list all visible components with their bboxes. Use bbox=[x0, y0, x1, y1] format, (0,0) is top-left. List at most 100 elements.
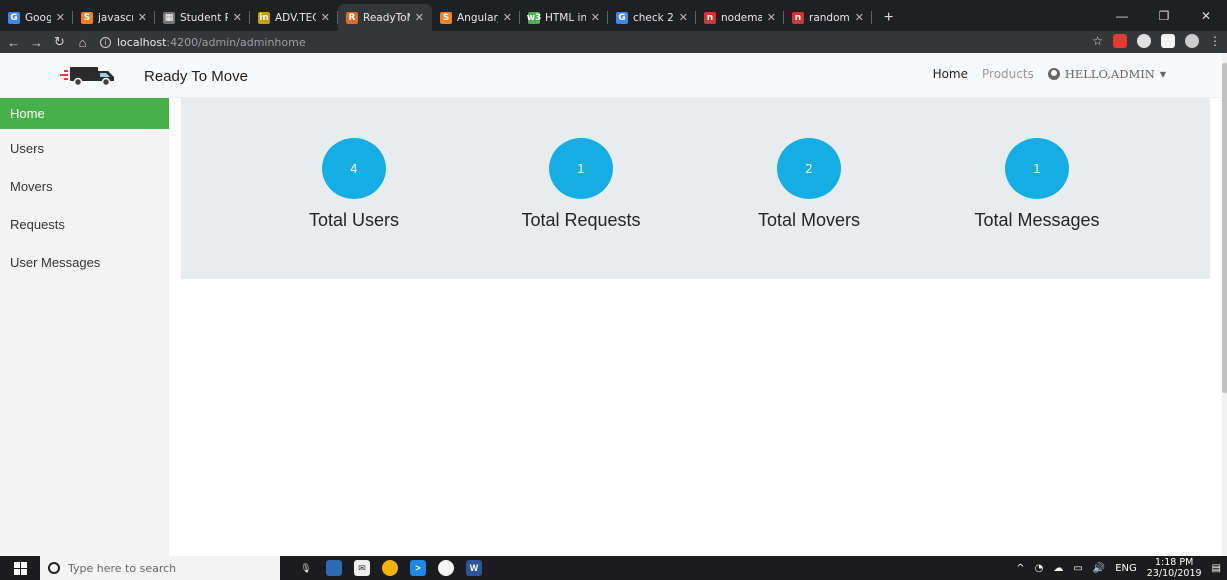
stat-count-badge: 1 bbox=[1005, 138, 1069, 199]
tab-title: javascript - L bbox=[98, 11, 133, 24]
menu-kebab-icon[interactable]: ⋮ bbox=[1209, 34, 1221, 48]
bookmark-star-icon[interactable]: ☆ bbox=[1092, 34, 1103, 48]
url-path: :4200/admin/adminhome bbox=[166, 35, 306, 49]
page-scrollbar[interactable] bbox=[1222, 53, 1227, 556]
tab-title: HTML input bbox=[545, 11, 586, 24]
language-indicator[interactable]: ENG bbox=[1115, 563, 1137, 574]
tab-title: random - np bbox=[809, 11, 850, 24]
minimize-icon[interactable]: — bbox=[1101, 0, 1143, 31]
mongodb-compass-icon[interactable] bbox=[438, 560, 454, 576]
sidebar-item-home[interactable]: Home bbox=[0, 98, 169, 129]
user-menu-dropdown[interactable]: HELLO,ADMIN ▼ bbox=[1047, 67, 1166, 81]
sidebar-item-movers[interactable]: Movers bbox=[0, 167, 169, 205]
word-icon[interactable]: W bbox=[466, 560, 482, 576]
browser-tab-active[interactable]: R ReadyToMov ✕ bbox=[338, 4, 432, 31]
nav-link-products[interactable]: Products bbox=[982, 67, 1034, 81]
browser-tab[interactable]: w3 HTML input ✕ bbox=[520, 4, 608, 31]
taskbar-apps: 🎙 ✉ > W bbox=[298, 560, 482, 576]
scrollbar-thumb[interactable] bbox=[1222, 63, 1227, 393]
mail-icon[interactable] bbox=[1161, 34, 1175, 48]
stackoverflow-icon: S bbox=[440, 11, 452, 24]
close-tab-icon[interactable]: ✕ bbox=[855, 11, 864, 24]
browser-tab[interactable]: n nodemailer ✕ bbox=[696, 4, 784, 31]
tab-title: nodemailer bbox=[721, 11, 762, 24]
restore-icon[interactable]: ❐ bbox=[1143, 0, 1185, 31]
new-tab-button[interactable]: + bbox=[872, 4, 905, 31]
browser-tab[interactable]: S AngularJS n ✕ bbox=[432, 4, 520, 31]
tab-title: Google bbox=[25, 11, 51, 24]
nav-link-home[interactable]: Home bbox=[933, 67, 968, 81]
close-tab-icon[interactable]: ✕ bbox=[233, 11, 242, 24]
chevron-up-icon[interactable]: ^ bbox=[1016, 563, 1024, 574]
file-explorer-icon[interactable] bbox=[326, 560, 342, 576]
taskbar-search-input[interactable]: Type here to search bbox=[40, 556, 280, 580]
grid-icon: ▦ bbox=[163, 11, 175, 24]
close-tab-icon[interactable]: ✕ bbox=[415, 11, 424, 24]
advtech-icon: in bbox=[258, 11, 270, 24]
cloud-sync-icon[interactable]: ☁ bbox=[1053, 563, 1063, 574]
truck-logo-icon bbox=[60, 67, 114, 87]
stat-label: Total Movers bbox=[757, 210, 861, 230]
home-icon[interactable]: ⌂ bbox=[73, 35, 92, 50]
clock[interactable]: 1:18 PM 23/10/2019 bbox=[1147, 557, 1202, 579]
google-icon: G bbox=[8, 11, 20, 24]
chrome-icon[interactable] bbox=[382, 560, 398, 576]
notifications-icon[interactable]: ▤ bbox=[1212, 563, 1221, 574]
sidebar-item-user-messages[interactable]: User Messages bbox=[0, 243, 169, 281]
npm-icon: n bbox=[704, 11, 716, 24]
vscode-icon[interactable]: > bbox=[410, 560, 426, 576]
adblock-icon[interactable] bbox=[1113, 34, 1127, 48]
close-tab-icon[interactable]: ✕ bbox=[679, 11, 688, 24]
user-greeting: HELLO,ADMIN bbox=[1064, 67, 1155, 81]
close-tab-icon[interactable]: ✕ bbox=[321, 11, 330, 24]
clock-date: 23/10/2019 bbox=[1146, 568, 1202, 579]
browser-tab[interactable]: ▦ Student Pan ✕ bbox=[155, 4, 250, 31]
windows-start-icon[interactable] bbox=[0, 556, 40, 580]
tab-title: ADV.TECH bbox=[275, 11, 316, 24]
back-icon[interactable]: ← bbox=[4, 35, 23, 50]
browser-tab[interactable]: G check 2 con ✕ bbox=[608, 4, 696, 31]
close-tab-icon[interactable]: ✕ bbox=[138, 11, 147, 24]
window-controls: — ❐ ✕ bbox=[1101, 0, 1227, 31]
stat-label: Total Users bbox=[308, 210, 400, 230]
reload-icon[interactable]: ↻ bbox=[50, 34, 69, 50]
close-tab-icon[interactable]: ✕ bbox=[591, 11, 600, 24]
url-field[interactable]: i localhost:4200/admin/adminhome bbox=[100, 33, 306, 51]
close-tab-icon[interactable]: ✕ bbox=[503, 11, 512, 24]
browser-tab[interactable]: n random - np ✕ bbox=[784, 4, 872, 31]
browser-tab[interactable]: in ADV.TECH ✕ bbox=[250, 4, 338, 31]
cloud-icon[interactable] bbox=[1137, 34, 1151, 48]
profile-icon[interactable] bbox=[1185, 34, 1199, 48]
microphone-icon[interactable]: 🎙 bbox=[298, 560, 314, 576]
sidebar-item-users[interactable]: Users bbox=[0, 129, 169, 167]
forward-icon[interactable]: → bbox=[27, 35, 46, 50]
mail-app-icon[interactable]: ✉ bbox=[354, 560, 370, 576]
browser-tab[interactable]: G Google ✕ bbox=[0, 4, 73, 31]
npm-icon: n bbox=[792, 11, 804, 24]
close-tab-icon[interactable]: ✕ bbox=[767, 11, 776, 24]
tab-title: AngularJS n bbox=[457, 11, 498, 24]
sidebar-item-requests[interactable]: Requests bbox=[0, 205, 169, 243]
stat-count-badge: 4 bbox=[322, 138, 386, 199]
cortana-icon bbox=[48, 562, 60, 574]
stat-label: Total Requests bbox=[521, 210, 641, 230]
nav-links: Home Products HELLO,ADMIN ▼ bbox=[933, 67, 1166, 81]
stat-total-requests: 1 Total Requests bbox=[481, 138, 681, 231]
w3schools-icon: w3 bbox=[526, 11, 542, 24]
battery-icon[interactable]: ▭ bbox=[1073, 563, 1082, 574]
stat-total-users: 4 Total Users bbox=[254, 138, 454, 231]
volume-icon[interactable]: 🔊 bbox=[1093, 563, 1105, 574]
network-icon[interactable]: ◔ bbox=[1035, 563, 1044, 574]
close-window-icon[interactable]: ✕ bbox=[1185, 0, 1227, 31]
close-tab-icon[interactable]: ✕ bbox=[56, 11, 65, 24]
angular-app-icon: R bbox=[346, 11, 358, 24]
tab-title: check 2 con bbox=[633, 11, 674, 24]
address-bar-row: ← → ↻ ⌂ i localhost:4200/admin/adminhome… bbox=[0, 31, 1227, 53]
brand[interactable]: Ready To Move bbox=[36, 65, 248, 87]
stat-label: Total Messages bbox=[974, 210, 1100, 230]
google-icon: G bbox=[616, 11, 628, 24]
stat-total-messages: 1 Total Messages bbox=[937, 138, 1137, 231]
stat-count-badge: 1 bbox=[549, 138, 613, 199]
browser-tab[interactable]: S javascript - L ✕ bbox=[73, 4, 155, 31]
info-icon[interactable]: i bbox=[100, 36, 111, 48]
